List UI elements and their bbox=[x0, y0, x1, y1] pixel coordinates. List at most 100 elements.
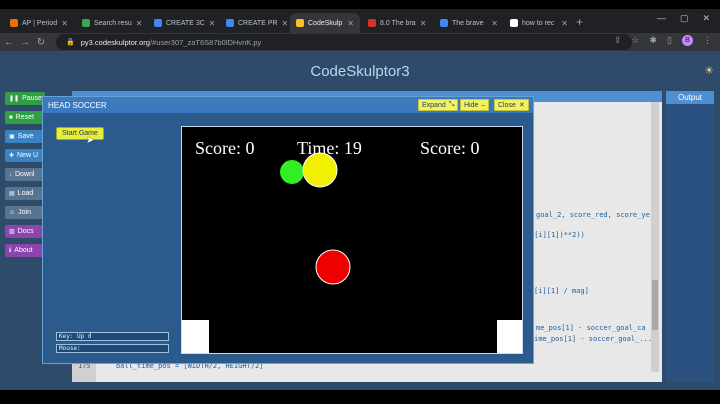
hide-label: Hide bbox=[464, 101, 479, 109]
lock-icon: 🔒 bbox=[66, 39, 75, 46]
sidebar-button-label: Docs bbox=[17, 228, 34, 235]
sidebar-button-downl[interactable]: ↓ Downl bbox=[5, 168, 45, 181]
start-game-button[interactable]: Start Game bbox=[56, 127, 104, 140]
address-bar[interactable]: 🔒 py3.codeskulptor.org /#user307_zaT6S87… bbox=[56, 34, 632, 50]
browser-tab[interactable]: CodeSkulp ✕ bbox=[290, 13, 360, 33]
sidepanel-icon[interactable]: ▯ bbox=[667, 35, 672, 46]
menu-icon[interactable]: ⋮ bbox=[703, 35, 712, 46]
sidebar-button-reset[interactable]: ■ Reset bbox=[5, 111, 45, 124]
docs-icon: ▥ bbox=[9, 229, 15, 235]
sidebar-button-label: Load bbox=[17, 190, 34, 197]
tab-title: CREATE PR bbox=[238, 19, 278, 27]
sidebar-button-label: Join bbox=[18, 209, 31, 216]
window-controls: — ▢ ✕ bbox=[657, 13, 720, 24]
minimize-icon[interactable]: — bbox=[657, 13, 666, 24]
sidebar-button-new-u[interactable]: ✚ New U bbox=[5, 149, 45, 162]
tab-close-icon[interactable]: ✕ bbox=[491, 19, 498, 28]
left-goal bbox=[182, 320, 209, 353]
load-icon: ▤ bbox=[9, 191, 15, 197]
toolbar-icons: ⇪ ☆ ✱ ▯ B ⋮ bbox=[614, 35, 712, 46]
mouse-status: Mouse: bbox=[56, 344, 169, 353]
maximize-icon[interactable]: ▢ bbox=[680, 13, 689, 24]
tab-close-icon[interactable]: ✕ bbox=[347, 19, 354, 28]
tab-title: CodeSkulp bbox=[308, 19, 343, 27]
tab-favicon-icon bbox=[154, 19, 162, 27]
reload-icon[interactable]: ↻ bbox=[34, 37, 48, 48]
expand-label: Expand bbox=[422, 101, 446, 109]
scrollbar-thumb[interactable] bbox=[652, 280, 658, 330]
game-canvas[interactable]: Score: 0 Time: 19 Score: 0 bbox=[181, 126, 523, 354]
about-icon: ℹ bbox=[9, 248, 12, 254]
game-canvas-svg: Score: 0 Time: 19 Score: 0 bbox=[182, 127, 522, 353]
browser-tab[interactable]: The brave ✕ bbox=[434, 13, 504, 33]
right-goal bbox=[497, 320, 522, 353]
browser-tab[interactable]: Search resu ✕ bbox=[76, 13, 146, 33]
browser-tab[interactable]: CREATE 3C ✕ bbox=[148, 13, 218, 33]
tab-close-icon[interactable]: ✕ bbox=[561, 19, 568, 28]
browser-tab[interactable]: AP | Period ✕ bbox=[4, 13, 74, 33]
new-tab-button[interactable]: + bbox=[576, 15, 583, 29]
browser-tab[interactable]: how to rec ✕ bbox=[504, 13, 574, 33]
output-header: Output bbox=[666, 91, 714, 104]
sidebar-button-pause[interactable]: ❚❚ Pause bbox=[5, 92, 45, 105]
tab-close-icon[interactable]: ✕ bbox=[420, 19, 427, 28]
tab-favicon-icon bbox=[296, 19, 304, 27]
extensions-icon[interactable]: ✱ bbox=[650, 35, 658, 46]
close-button[interactable]: Close ✕ bbox=[494, 99, 529, 111]
new-url-icon: ✚ bbox=[9, 153, 15, 159]
tab-title: AP | Period bbox=[22, 19, 58, 27]
save-icon: ▣ bbox=[9, 134, 15, 140]
sidebar-button-about[interactable]: ℹ About bbox=[5, 244, 45, 257]
timer: Time: 19 bbox=[297, 138, 362, 158]
tab-favicon-icon bbox=[440, 19, 448, 27]
tab-strip: AP | Period ✕ Search resu ✕ CREATE 3C ✕ CREATE… bbox=[0, 9, 720, 33]
star-icon[interactable]: ☆ bbox=[631, 35, 639, 46]
sidebar-button-docs[interactable]: ▥ Docs bbox=[5, 225, 45, 238]
site-title: CodeSkulptor3 bbox=[310, 63, 410, 80]
tab-close-icon[interactable]: ✕ bbox=[282, 19, 289, 28]
code-fragment: me_pos[1] - soccer_goal_ca bbox=[536, 324, 646, 332]
tab-close-icon[interactable]: ✕ bbox=[209, 19, 216, 28]
tab-title: 8.0 The bra bbox=[380, 19, 416, 27]
tab-favicon-icon bbox=[10, 19, 18, 27]
browser-tab[interactable]: 8.0 The bra ✕ bbox=[362, 13, 432, 33]
tab-favicon-icon bbox=[82, 19, 90, 27]
sidebar-button-label: Reset bbox=[15, 114, 34, 121]
video-letterbox bbox=[0, 390, 720, 404]
back-icon[interactable]: ← bbox=[2, 37, 16, 48]
tab-title: CREATE 3C bbox=[166, 19, 205, 27]
yellow-player bbox=[302, 152, 338, 188]
expand-icon: ⤡ bbox=[448, 101, 455, 108]
close-label: Close bbox=[498, 101, 516, 109]
sidebar-button-save[interactable]: ▣ Save bbox=[5, 130, 45, 143]
sun-icon[interactable]: ☀ bbox=[704, 64, 714, 77]
sidebar-button-label: New U bbox=[17, 152, 39, 159]
code-fragment: t[i][1])**2)) bbox=[530, 231, 585, 239]
expand-button[interactable]: Expand ⤡ bbox=[418, 99, 459, 111]
code-fragment: ime_pos[1] - soccer_goal_... bbox=[534, 335, 653, 343]
tab-title: The brave bbox=[452, 19, 484, 27]
forward-icon[interactable]: → bbox=[18, 37, 32, 48]
sidebar-button-join[interactable]: ☺ Join bbox=[5, 206, 45, 219]
join-icon: ☺ bbox=[9, 209, 16, 216]
pause-icon: ❚❚ bbox=[9, 96, 20, 102]
tab-title: how to rec bbox=[522, 19, 555, 27]
address-path: /#user307_zaT6S87b0lDHvnK.py bbox=[149, 37, 262, 47]
browser-toolbar: ← → ↻ 🔒 py3.codeskulptor.org /#user307_z… bbox=[0, 33, 720, 51]
share-icon[interactable]: ⇪ bbox=[614, 35, 622, 46]
sidebar-button-label: Save bbox=[17, 133, 34, 140]
tab-close-icon[interactable]: ✕ bbox=[61, 19, 68, 28]
sidebar-button-label: About bbox=[14, 247, 33, 254]
sidebar-button-label: Pause bbox=[22, 95, 42, 102]
avatar[interactable]: B bbox=[682, 35, 693, 46]
hide-button[interactable]: Hide – bbox=[460, 99, 490, 111]
window-close-icon[interactable]: ✕ bbox=[702, 13, 710, 24]
editor-scrollbar[interactable] bbox=[651, 102, 659, 372]
score-right: Score: 0 bbox=[420, 138, 479, 158]
download-icon: ↓ bbox=[9, 171, 12, 178]
tab-close-icon[interactable]: ✕ bbox=[136, 19, 143, 28]
green-player bbox=[280, 160, 304, 184]
sidebar-button-load[interactable]: ▤ Load bbox=[5, 187, 45, 200]
browser-tab[interactable]: CREATE PR ✕ bbox=[220, 13, 290, 33]
score-left: Score: 0 bbox=[195, 138, 254, 158]
